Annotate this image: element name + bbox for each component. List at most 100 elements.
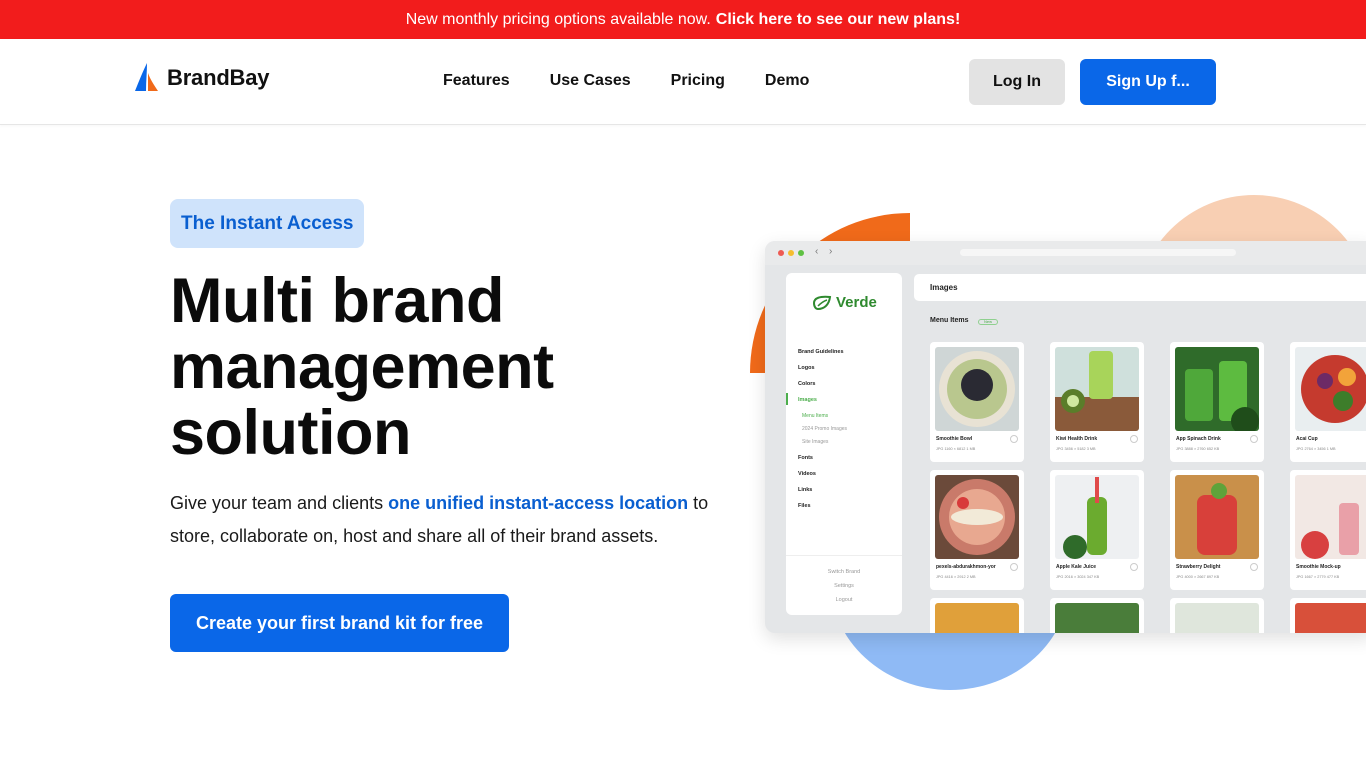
smoothie-mockup-image: [1295, 475, 1366, 559]
mockup-sidebar-item: Colors: [798, 381, 816, 387]
card-meta: JPG 2764 × 3456 1 MB: [1296, 447, 1336, 451]
verde-name: Verde: [836, 294, 877, 311]
kale-juice-image: [1055, 475, 1139, 559]
image-card: [1050, 598, 1144, 633]
window-maximize-dot: [798, 250, 804, 256]
card-title: Apple Kale Juice: [1056, 564, 1097, 570]
main-nav: Features Use Cases Pricing Demo: [443, 72, 809, 90]
window-minimize-dot: [788, 250, 794, 256]
create-brand-kit-button[interactable]: Create your first brand kit for free: [170, 594, 509, 652]
hero-badge: The Instant Access: [170, 199, 365, 248]
window-close-dot: [778, 250, 784, 256]
select-radio: [1130, 563, 1138, 571]
mockup-sidebar-item: Videos: [798, 471, 816, 477]
nav-demo[interactable]: Demo: [765, 72, 809, 90]
select-radio: [1250, 563, 1258, 571]
nav-features[interactable]: Features: [443, 72, 510, 90]
food-image: [1295, 603, 1366, 633]
image-card: [930, 598, 1024, 633]
mockup-sidebar-footer: Switch Brand Settings Logout: [786, 555, 902, 615]
image-card: Kiwi Health Drink JPG 3456 × 5182 3 MB: [1050, 342, 1144, 462]
active-indicator: [786, 393, 788, 405]
hero-title: Multi brand management solution: [170, 268, 730, 466]
announcement-text: New monthly pricing options available no…: [405, 10, 711, 28]
hero-title-line: solution: [170, 398, 411, 468]
login-button[interactable]: Log In: [969, 59, 1065, 105]
logout-link: Logout: [835, 597, 853, 603]
mockup-sidebar-item: Brand Guidelines: [798, 349, 844, 355]
mockup-sidebar-item: Files: [798, 503, 811, 509]
image-card: Smoothie Mock-up JPG 1667 × 2779 477 KB: [1290, 470, 1366, 590]
select-radio: [1250, 435, 1258, 443]
image-card: Strawberry Delight JPG 4000 × 2667 897 K…: [1170, 470, 1264, 590]
nav-pricing[interactable]: Pricing: [671, 72, 725, 90]
select-radio: [1130, 435, 1138, 443]
mockup-section-title: Menu Items: [930, 317, 969, 324]
mockup-main-header: Images: [914, 274, 1366, 301]
image-card: pexels-abdurakhmon-yor JPG 4416 × 2912 2…: [930, 470, 1024, 590]
mockup-sidebar-item: Fonts: [798, 455, 813, 461]
card-meta: JPG 1667 × 2779 477 KB: [1296, 575, 1340, 579]
settings-link: Settings: [834, 583, 854, 589]
food-image: [1055, 603, 1139, 633]
food-image: [1175, 603, 1259, 633]
image-card: App Spinach Drink JPG 3888 × 2760 652 KB: [1170, 342, 1264, 462]
mockup-sidebar-item: Logos: [798, 365, 815, 371]
signup-button[interactable]: Sign Up f...: [1080, 59, 1216, 105]
hero-subtitle: Give your team and clients one unified i…: [170, 487, 730, 553]
card-meta: JPG 4416 × 2912 2 MB: [936, 575, 976, 579]
brand-name: BrandBay: [167, 65, 270, 90]
image-card: Apple Kale Juice JPG 2016 × 3024 347 KB: [1050, 470, 1144, 590]
card-title: App Spinach Drink: [1176, 436, 1221, 442]
hero-title-line: Multi brand: [170, 266, 504, 336]
announcement-bar[interactable]: New monthly pricing options available no…: [0, 0, 1366, 39]
card-meta: JPG 3456 × 5182 3 MB: [1056, 447, 1096, 451]
browser-topbar: ‹ ›: [765, 241, 1366, 265]
mockup-sidebar-subitem: 2024 Promo Images: [802, 426, 848, 432]
hero-subtitle-start: Give your team and clients: [170, 493, 389, 513]
sail-logo-icon: [135, 63, 158, 91]
image-card: [1290, 598, 1366, 633]
smoothie-bowl-image: [935, 347, 1019, 431]
card-meta: JPG 3888 × 2760 652 KB: [1176, 447, 1220, 451]
card-meta: JPG 1160 × 6812 1 MB: [936, 447, 976, 451]
forward-arrow-icon: ›: [829, 246, 833, 257]
card-title: Kiwi Health Drink: [1056, 436, 1098, 442]
strawberry-drink-image: [1175, 475, 1259, 559]
card-title: Strawberry Delight: [1176, 564, 1221, 570]
select-radio: [1010, 563, 1018, 571]
food-image: [935, 603, 1019, 633]
new-badge: New: [978, 319, 998, 325]
browser-url-bar: [960, 249, 1236, 256]
brand-logo[interactable]: BrandBay: [133, 63, 270, 93]
card-title: Smoothie Mock-up: [1296, 564, 1341, 570]
hero-subtitle-highlight: one unified instant-access location: [388, 493, 689, 513]
spinach-drink-image: [1175, 347, 1259, 431]
switch-brand-link: Switch Brand: [827, 569, 861, 575]
hero-title-line: management: [170, 332, 554, 402]
back-arrow-icon: ‹: [815, 246, 819, 257]
announcement-link[interactable]: Click here to see our new plans!: [716, 11, 961, 29]
mockup-sidebar-subitem: Menu Items: [802, 413, 829, 419]
mockup-sidebar-subitem: Site Images: [802, 439, 829, 445]
mockup-sidebar-item: Links: [798, 487, 813, 493]
mockup-page-title: Images: [930, 283, 958, 292]
card-title: pexels-abdurakhmon-yor: [936, 564, 996, 570]
acai-cup-image: [1295, 347, 1366, 431]
mockup-sidebar-item-active: Images: [798, 397, 817, 403]
fruit-bowl-image: [935, 475, 1019, 559]
site-header: BrandBay Features Use Cases Pricing Demo…: [0, 39, 1366, 125]
select-radio: [1010, 435, 1018, 443]
image-card: [1170, 598, 1264, 633]
card-title: Acai Cup: [1296, 436, 1318, 442]
verde-logo: Verde: [812, 294, 877, 311]
nav-use-cases[interactable]: Use Cases: [550, 72, 631, 90]
image-card: Smoothie Bowl JPG 1160 × 6812 1 MB: [930, 342, 1024, 462]
card-meta: JPG 4000 × 2667 897 KB: [1176, 575, 1220, 579]
image-card: Acai Cup JPG 2764 × 3456 1 MB: [1290, 342, 1366, 462]
product-screenshot: ‹ › Verde Brand Guidelines Logos Colors …: [765, 241, 1366, 633]
kiwi-drink-image: [1055, 347, 1139, 431]
leaf-icon: [812, 295, 832, 310]
mockup-sidebar: Verde Brand Guidelines Logos Colors Imag…: [786, 273, 902, 615]
card-title: Smoothie Bowl: [936, 436, 973, 442]
